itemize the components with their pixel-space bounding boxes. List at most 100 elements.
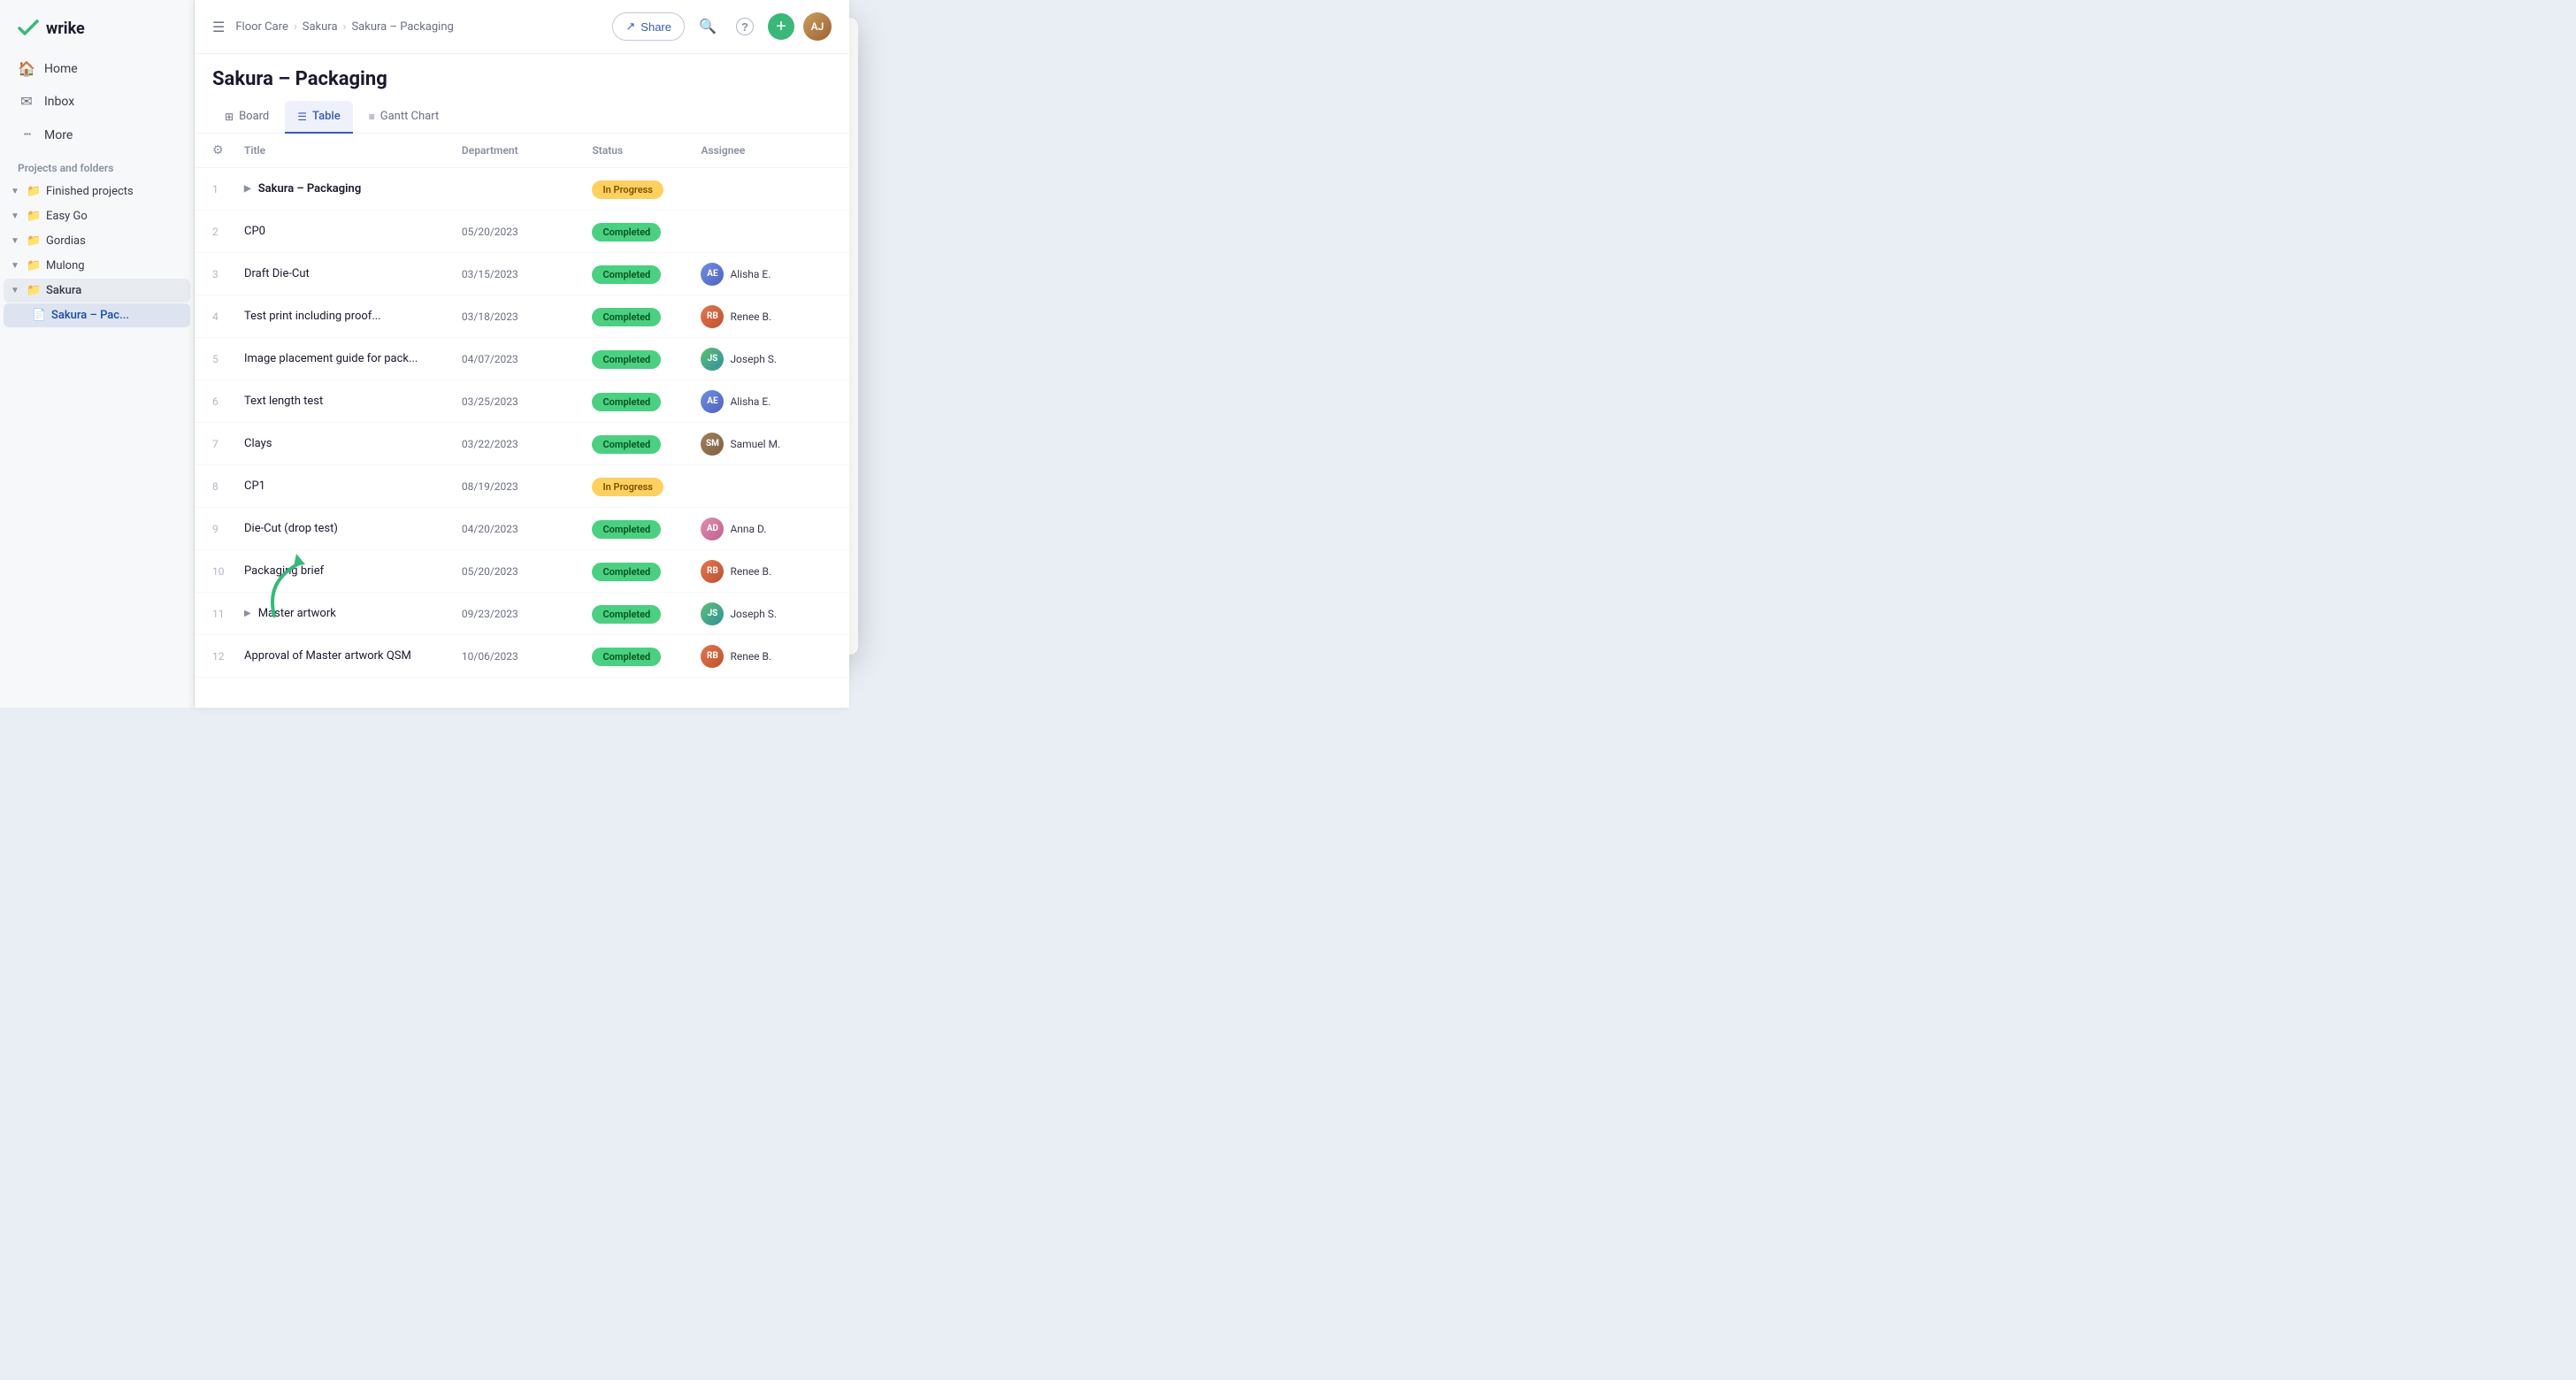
status-badge: In Progress (592, 478, 663, 496)
help-button[interactable]: ? (731, 12, 759, 41)
search-icon: 🔍 (699, 18, 717, 35)
row-title: Test print including proof... (244, 301, 462, 332)
sidebar-item-gordias[interactable]: ▼ 📁 Gordias (4, 229, 190, 253)
row-title: ▶Master artwork (244, 598, 462, 629)
row-department: 09/23/2023 (462, 608, 593, 620)
table-row[interactable]: 4Test print including proof...03/18/2023… (195, 295, 849, 338)
breadcrumb-sakura-packaging[interactable]: Sakura – Packaging (351, 20, 453, 34)
share-button[interactable]: ↗ Share (612, 12, 685, 41)
row-assignee: RBRenee B. (701, 645, 832, 668)
row-status: Completed (592, 519, 701, 539)
assignee-name: Alisha E. (730, 268, 770, 280)
avatar-initials: AJ (811, 20, 824, 33)
row-title: CP0 (244, 216, 462, 247)
row-title-text: Master artwork (258, 607, 336, 620)
row-title-text: Sakura – Packaging (258, 182, 362, 196)
table-row[interactable]: 1▶Sakura – PackagingIn Progress (195, 168, 849, 211)
breadcrumb-floor-care[interactable]: Floor Care (235, 20, 288, 34)
assignee-name: Renee B. (730, 310, 771, 323)
search-button[interactable]: 🔍 (694, 12, 722, 41)
sidebar-item-easygo[interactable]: ▼ 📁 Easy Go (4, 204, 190, 228)
page-title: Sakura – Packaging (212, 68, 832, 90)
table-row[interactable]: 10Packaging brief05/20/2023CompletedRBRe… (195, 550, 849, 593)
topbar-left: ☰ Floor Care › Sakura › Sakura – Packagi… (212, 19, 454, 35)
row-number: 4 (212, 310, 244, 323)
sidebar-item-inbox[interactable]: ✉ Inbox (7, 86, 187, 117)
sidebar-item-home[interactable]: 🏠 Home (7, 53, 187, 84)
assignee-avatar: JS (701, 602, 724, 625)
sidebar-item-sakura-packaging[interactable]: 📄 Sakura – Pac... (4, 303, 190, 327)
assignee-avatar: AE (701, 390, 724, 413)
sidebar-item-more-label: More (44, 128, 73, 142)
assignee-avatar: RB (701, 560, 724, 583)
assignee-avatar: JS (701, 348, 724, 371)
tree-label-sakura: Sakura (46, 284, 81, 297)
row-title-text: Clays (244, 437, 272, 450)
hamburger-icon[interactable]: ☰ (212, 19, 225, 35)
sidebar-item-finished-projects[interactable]: ▼ 📁 Finished projects (4, 180, 190, 203)
row-title: Draft Die-Cut (244, 258, 462, 289)
topbar: ☰ Floor Care › Sakura › Sakura – Packagi… (195, 0, 849, 54)
sidebar-item-home-label: Home (44, 62, 78, 76)
tab-gantt[interactable]: ≡ Gantt Chart (356, 101, 452, 134)
tab-table[interactable]: ☰ Table (285, 101, 352, 134)
breadcrumb-sep-2: › (343, 20, 347, 34)
table-row[interactable]: 2CP005/20/2023Completed (195, 211, 849, 253)
status-badge: Completed (592, 308, 661, 326)
table-row[interactable]: 8CP108/19/2023In Progress (195, 465, 849, 508)
folder-icon: 📁 (27, 210, 41, 223)
table-row[interactable]: 3Draft Die-Cut03/15/2023CompletedAEAlish… (195, 253, 849, 295)
row-title: CP1 (244, 471, 462, 502)
sidebar-item-sakura[interactable]: ▼ 📁 Sakura (4, 279, 190, 303)
row-title-text: CP1 (244, 479, 265, 493)
row-department: 05/20/2023 (462, 565, 593, 578)
row-department: 04/07/2023 (462, 353, 593, 365)
status-badge: Completed (592, 223, 661, 242)
table-tab-icon: ☰ (297, 111, 307, 123)
table-row[interactable]: 11▶Master artwork09/23/2023CompletedJSJo… (195, 593, 849, 635)
sidebar: wrike 🏠 Home ✉ Inbox ··· More Projects a… (0, 0, 195, 708)
settings-icon-cell[interactable]: ⚙ (212, 141, 244, 160)
row-status: Completed (592, 434, 701, 454)
status-badge: Completed (592, 563, 661, 581)
row-status: Completed (592, 604, 701, 624)
chevron-down-icon: ▼ (11, 187, 21, 196)
row-number: 7 (212, 438, 244, 450)
chevron-down-icon: ▼ (11, 261, 21, 271)
document-icon: 📄 (32, 309, 46, 322)
table-row[interactable]: 12Approval of Master artwork QSM10/06/20… (195, 635, 849, 678)
row-title: ▶Sakura – Packaging (244, 173, 462, 204)
table-row[interactable]: 9Die-Cut (drop test)04/20/2023CompletedA… (195, 508, 849, 550)
page-title-area: Sakura – Packaging (195, 54, 849, 101)
tree-label-gordias: Gordias (46, 234, 86, 248)
row-assignee: RB Renee B. (701, 305, 832, 328)
row-title-text: Approval of Master artwork QSM (244, 649, 411, 663)
sidebar-item-more[interactable]: ··· More (7, 119, 187, 151)
row-number: 3 (212, 268, 244, 280)
folder-icon: 📁 (27, 234, 41, 248)
breadcrumb-sakura[interactable]: Sakura (303, 20, 338, 34)
row-number: 1 (212, 183, 244, 196)
share-label: Share (640, 20, 671, 34)
status-badge: Completed (592, 393, 661, 411)
status-badge: Completed (592, 520, 661, 539)
row-title: Approval of Master artwork QSM (244, 640, 462, 671)
col-assignee: Assignee (701, 141, 832, 160)
assignee-avatar: AD (701, 518, 724, 540)
row-assignee: JSJoseph S. (701, 602, 832, 625)
tree-label-easygo: Easy Go (46, 210, 88, 223)
status-badge: Completed (592, 265, 661, 284)
add-button[interactable]: + (768, 13, 794, 40)
user-avatar[interactable]: AJ (803, 12, 832, 41)
sidebar-item-mulong[interactable]: ▼ 📁 Mulong (4, 254, 190, 278)
board-tab-icon: ⊞ (225, 111, 234, 123)
table-row[interactable]: 7Clays03/22/2023CompletedSMSamuel M. (195, 423, 849, 465)
table-row[interactable]: 5Image placement guide for pack...04/07/… (195, 338, 849, 380)
table-rows-container: 1▶Sakura – PackagingIn Progress2CP005/20… (195, 168, 849, 678)
table-row[interactable]: 6Text length test03/25/2023CompletedAEAl… (195, 380, 849, 423)
tab-board[interactable]: ⊞ Board (212, 101, 281, 134)
assignee-avatar: RB (701, 305, 724, 328)
tree-label-finished: Finished projects (46, 185, 134, 198)
col-status: Status (592, 141, 701, 160)
share-icon: ↗ (625, 19, 635, 34)
